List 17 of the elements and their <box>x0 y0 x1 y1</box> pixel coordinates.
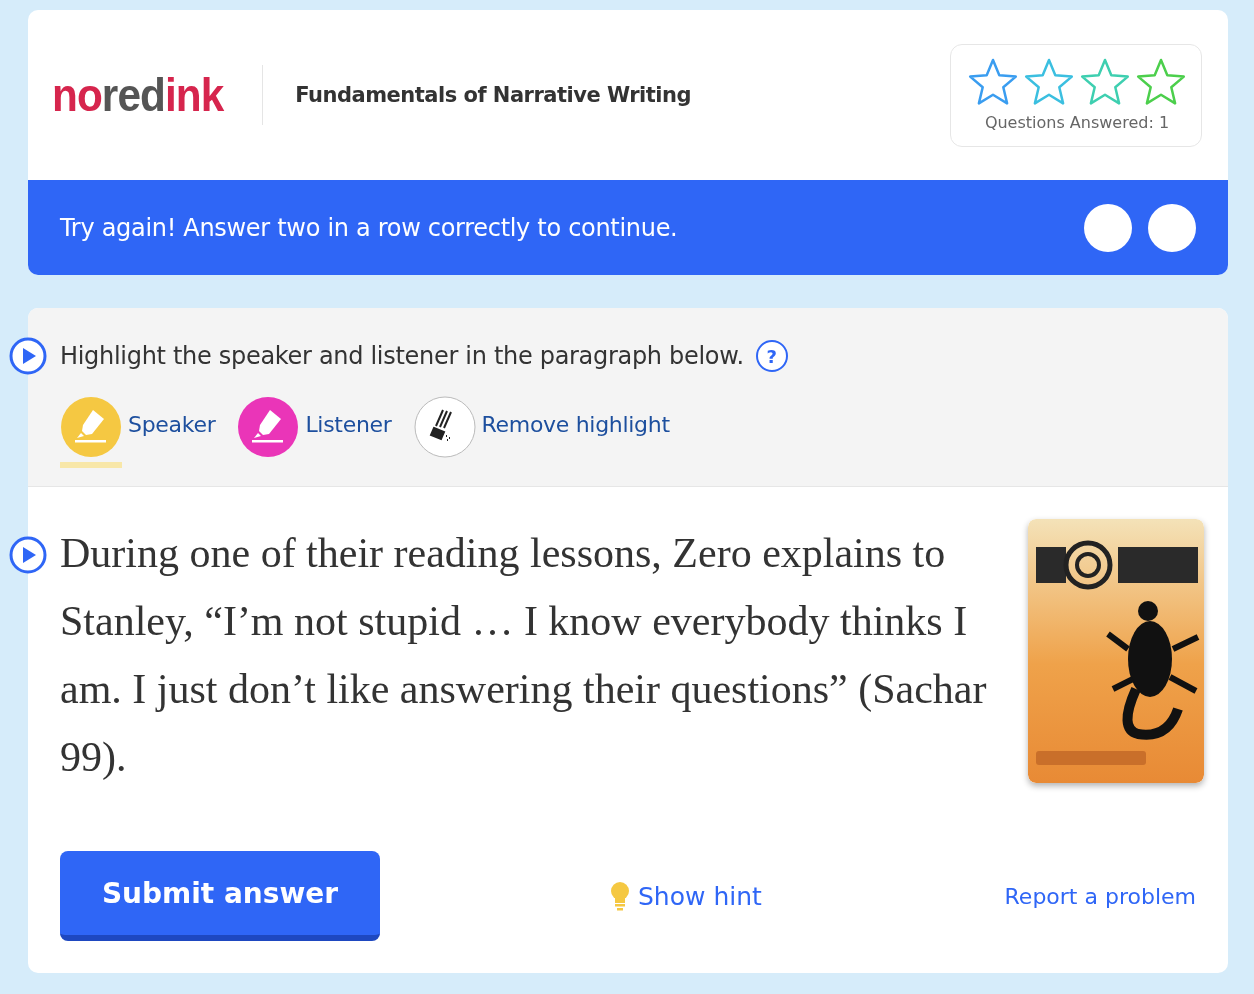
submit-button[interactable]: Submit answer <box>60 851 380 941</box>
feedback-message: Try again! Answer two in a row correctly to continue. <box>60 213 678 242</box>
show-hint-button[interactable]: Show hint <box>610 881 762 911</box>
play-audio-icon[interactable] <box>8 535 48 575</box>
instruction-text: Highlight the speaker and listener in the paragraph below. <box>60 342 744 370</box>
progress-label: Questions Answered: <box>984 112 1154 132</box>
logo: noredink <box>52 68 224 122</box>
help-button[interactable]: ? <box>755 340 788 372</box>
progress-count: 1 <box>1158 112 1170 132</box>
report-problem-link[interactable]: Report a problem <box>1004 883 1196 909</box>
play-audio-icon[interactable] <box>8 336 48 376</box>
passage-text: During one of their reading lessons, Zero explains to Stanley, “I’m not stupid … I know everybody thinks I am. I just don’t like answering their questions” (Sachar 99). <box>60 529 988 782</box>
highlighter-tool[interactable]: Remove highlight <box>413 396 670 468</box>
highlighter-tool[interactable]: Speaker <box>60 396 216 468</box>
highlighter-tool[interactable]: Listener <box>237 396 392 468</box>
course-title: Fundamentals of Narrative Writing <box>295 83 691 107</box>
lightbulb-icon <box>610 881 630 911</box>
